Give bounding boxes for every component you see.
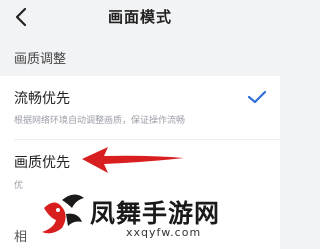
option-smooth-description: 根据网络环境自动调整画质，保证操作流畅 [14, 116, 186, 126]
option-quality-description: 优 [14, 181, 24, 191]
page-title: 画面模式 [107, 8, 172, 26]
red-arrow-annotation [82, 147, 184, 173]
title-bar: 画面模式 [0, 0, 280, 34]
section-title: 画质调整 [14, 52, 67, 67]
watermark-url: xxqyfw.com [126, 226, 202, 239]
checkmark-icon [247, 90, 267, 104]
divider [14, 139, 280, 140]
watermark-name: 凤舞手游网 [90, 199, 221, 228]
option-smooth-label[interactable]: 流畅优先 [14, 88, 70, 108]
option-quality-label[interactable]: 画质优先 [14, 152, 70, 172]
watermark: 凤舞手游网 xxqyfw.com [30, 188, 280, 249]
phoenix-logo-icon [42, 194, 84, 234]
partial-option-label[interactable]: 相 [14, 226, 27, 245]
